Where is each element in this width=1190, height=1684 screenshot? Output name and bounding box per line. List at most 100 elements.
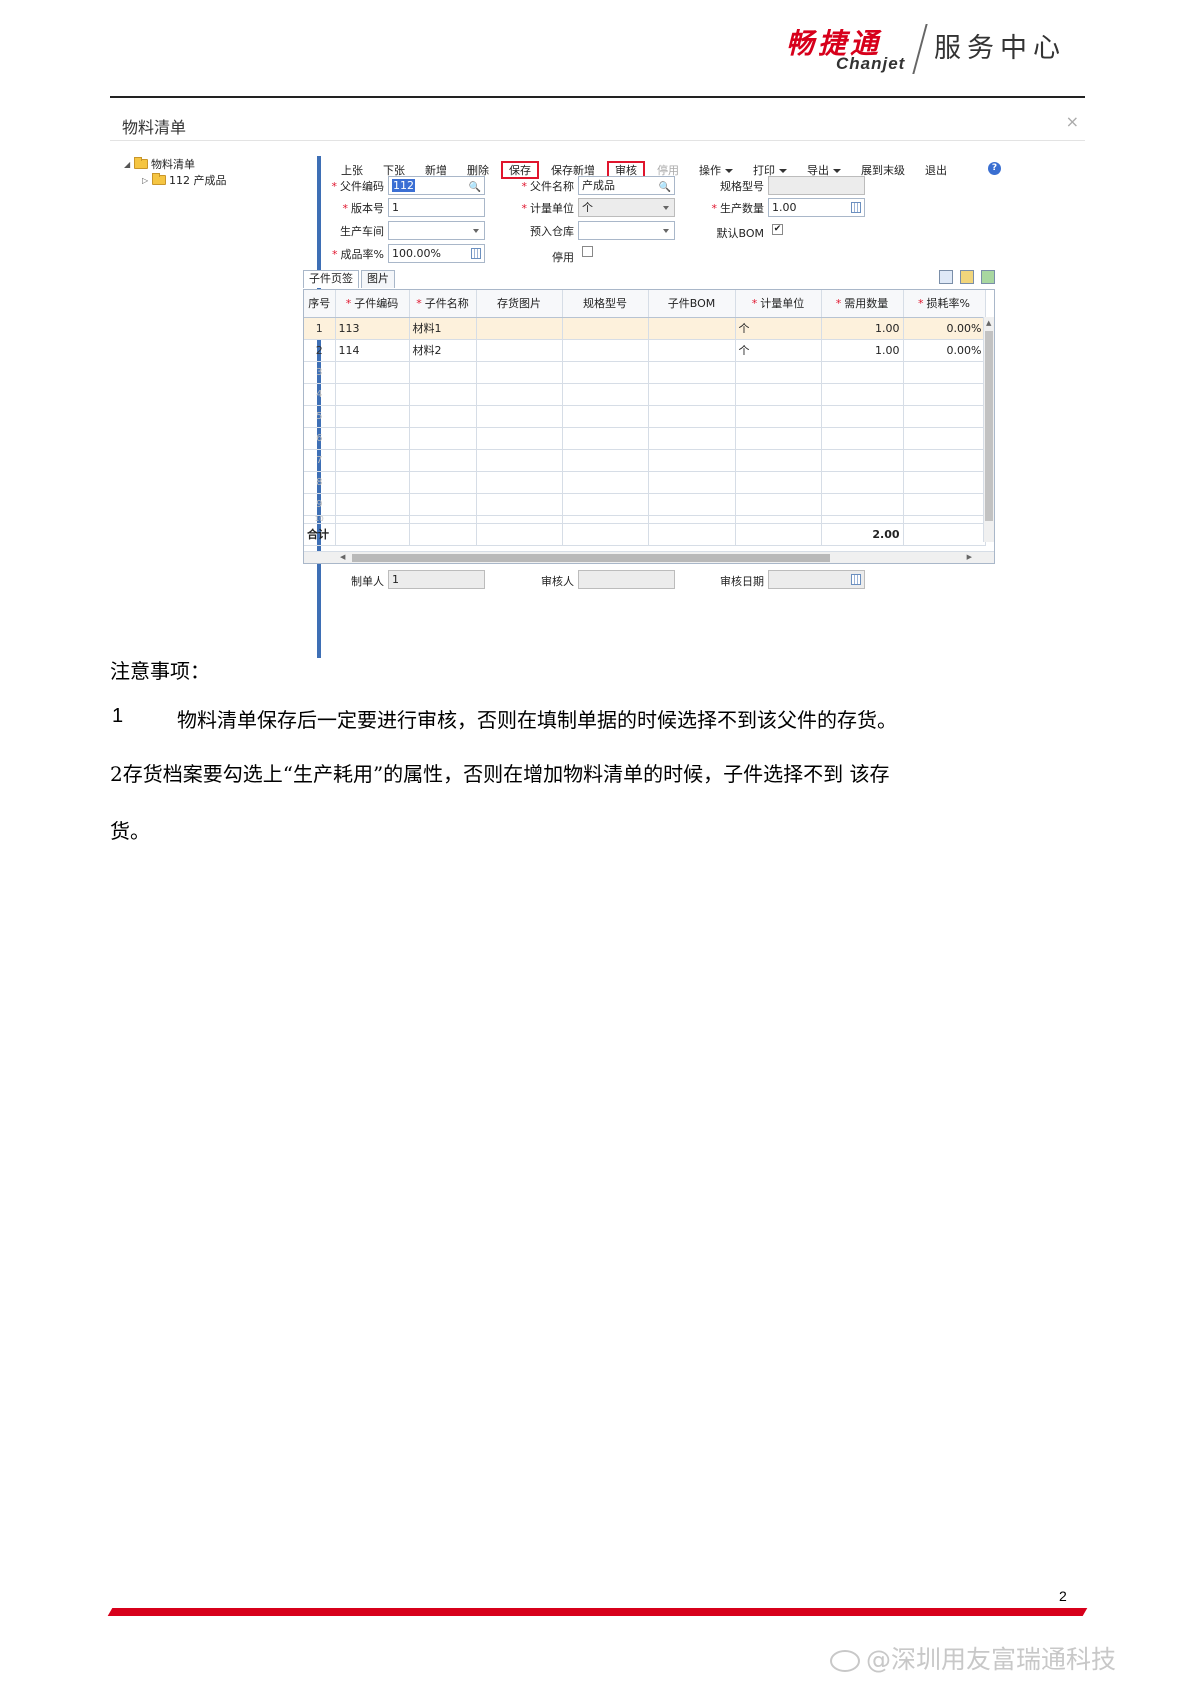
scroll-left-icon[interactable]: ◀: [340, 553, 345, 561]
cell-empty[interactable]: [562, 471, 649, 494]
cell-loss[interactable]: 0.00%: [903, 339, 986, 362]
spec-input[interactable]: [768, 176, 865, 195]
calculator-icon[interactable]: [851, 202, 861, 213]
cell-unit[interactable]: 个: [735, 317, 822, 340]
cell-empty[interactable]: [648, 449, 736, 472]
table-row[interactable]: 6: [304, 427, 986, 450]
cell-spec[interactable]: [562, 339, 649, 362]
scroll-up-icon[interactable]: ▲: [986, 319, 991, 327]
cell-empty[interactable]: [821, 449, 904, 472]
cell-child-code[interactable]: 113: [335, 317, 410, 340]
col-child-code[interactable]: * 子件编码: [335, 290, 410, 318]
cell-empty[interactable]: [335, 405, 410, 428]
cell-empty[interactable]: [821, 471, 904, 494]
default-bom-checkbox[interactable]: ✔: [772, 224, 783, 235]
cell-empty[interactable]: [821, 493, 904, 516]
cell-image[interactable]: [476, 317, 563, 340]
cell-empty[interactable]: [903, 405, 986, 428]
cell-empty[interactable]: [903, 515, 986, 524]
save-button[interactable]: 保存: [501, 161, 539, 179]
tree-node-child[interactable]: ▷ 112 产成品: [124, 172, 227, 188]
search-icon[interactable]: 🔍: [659, 179, 671, 194]
col-child-name[interactable]: * 子件名称: [409, 290, 477, 318]
tab-children[interactable]: 子件页签: [303, 270, 359, 288]
table-row[interactable]: 4: [304, 383, 986, 406]
cell-empty[interactable]: [735, 515, 822, 524]
cell-empty[interactable]: [735, 449, 822, 472]
maker-input[interactable]: 1: [388, 570, 485, 589]
cell-empty[interactable]: [562, 449, 649, 472]
col-spec[interactable]: 规格型号: [562, 290, 649, 318]
col-unit[interactable]: * 计量单位: [735, 290, 822, 318]
cell-child-name[interactable]: 材料2: [409, 339, 477, 362]
cell-empty[interactable]: [409, 515, 477, 524]
help-icon[interactable]: ?: [988, 162, 1001, 175]
disabled-checkbox[interactable]: [582, 246, 593, 257]
cell-empty[interactable]: [476, 471, 563, 494]
cell-empty[interactable]: [409, 471, 477, 494]
close-icon[interactable]: ×: [1066, 112, 1079, 131]
cell-empty[interactable]: [335, 471, 410, 494]
cell-empty[interactable]: [335, 361, 410, 384]
workshop-select[interactable]: [388, 221, 485, 240]
cell-empty[interactable]: [821, 515, 904, 524]
cell-empty[interactable]: [409, 493, 477, 516]
table-row[interactable]: 8: [304, 471, 986, 494]
cell-empty[interactable]: [648, 515, 736, 524]
cell-empty[interactable]: [821, 383, 904, 406]
cell-empty[interactable]: [735, 427, 822, 450]
collapsed-triangle-icon[interactable]: ▷: [142, 176, 152, 185]
col-qty[interactable]: * 需用数量: [821, 290, 904, 318]
cell-empty[interactable]: [409, 405, 477, 428]
cell-empty[interactable]: [821, 427, 904, 450]
horizontal-scrollbar[interactable]: ◀ ▶: [304, 551, 994, 563]
cell-qty[interactable]: 1.00: [821, 317, 904, 340]
cell-empty[interactable]: [476, 383, 563, 406]
table-row[interactable]: 10: [304, 515, 986, 524]
cell-empty[interactable]: [648, 361, 736, 384]
cell-empty[interactable]: [335, 449, 410, 472]
cell-child-bom[interactable]: [648, 317, 736, 340]
table-row[interactable]: 7: [304, 449, 986, 472]
expanded-triangle-icon[interactable]: ◢: [124, 160, 134, 169]
excel-export-icon[interactable]: [981, 270, 995, 284]
review-date-input[interactable]: [768, 570, 865, 589]
prod-qty-input[interactable]: 1.00: [768, 198, 865, 217]
yield-input[interactable]: 100.00%: [388, 244, 485, 263]
tab-images[interactable]: 图片: [361, 270, 395, 288]
cell-empty[interactable]: [648, 471, 736, 494]
unit-select[interactable]: 个: [578, 198, 675, 217]
copy-icon[interactable]: [939, 270, 953, 284]
cell-empty[interactable]: [335, 383, 410, 406]
cell-empty[interactable]: [562, 493, 649, 516]
cell-empty[interactable]: [735, 493, 822, 516]
calendar-icon[interactable]: [851, 574, 861, 585]
cell-empty[interactable]: [409, 383, 477, 406]
table-row[interactable]: 2 114 材料2 个 1.00 0.00%: [304, 339, 986, 362]
cell-empty[interactable]: [562, 405, 649, 428]
cell-empty[interactable]: [735, 383, 822, 406]
warehouse-select[interactable]: [578, 221, 675, 240]
cell-empty[interactable]: [476, 361, 563, 384]
cell-unit[interactable]: 个: [735, 339, 822, 362]
table-row[interactable]: 9: [304, 493, 986, 516]
cell-empty[interactable]: [476, 405, 563, 428]
parent-code-input[interactable]: 112 🔍: [388, 176, 485, 195]
cell-empty[interactable]: [648, 493, 736, 516]
cell-empty[interactable]: [821, 405, 904, 428]
cell-child-name[interactable]: 材料1: [409, 317, 477, 340]
cell-empty[interactable]: [903, 383, 986, 406]
cell-loss[interactable]: 0.00%: [903, 317, 986, 340]
cell-qty[interactable]: 1.00: [821, 339, 904, 362]
col-image[interactable]: 存货图片: [476, 290, 563, 318]
cell-empty[interactable]: [903, 361, 986, 384]
prev-button[interactable]: 上张: [333, 161, 371, 179]
cell-empty[interactable]: [335, 493, 410, 516]
parent-name-input[interactable]: 产成品 🔍: [578, 176, 675, 195]
cell-empty[interactable]: [409, 427, 477, 450]
cell-empty[interactable]: [335, 427, 410, 450]
reviewer-input[interactable]: [578, 570, 675, 589]
cell-empty[interactable]: [476, 427, 563, 450]
search-icon[interactable]: 🔍: [469, 179, 481, 194]
cell-empty[interactable]: [648, 405, 736, 428]
